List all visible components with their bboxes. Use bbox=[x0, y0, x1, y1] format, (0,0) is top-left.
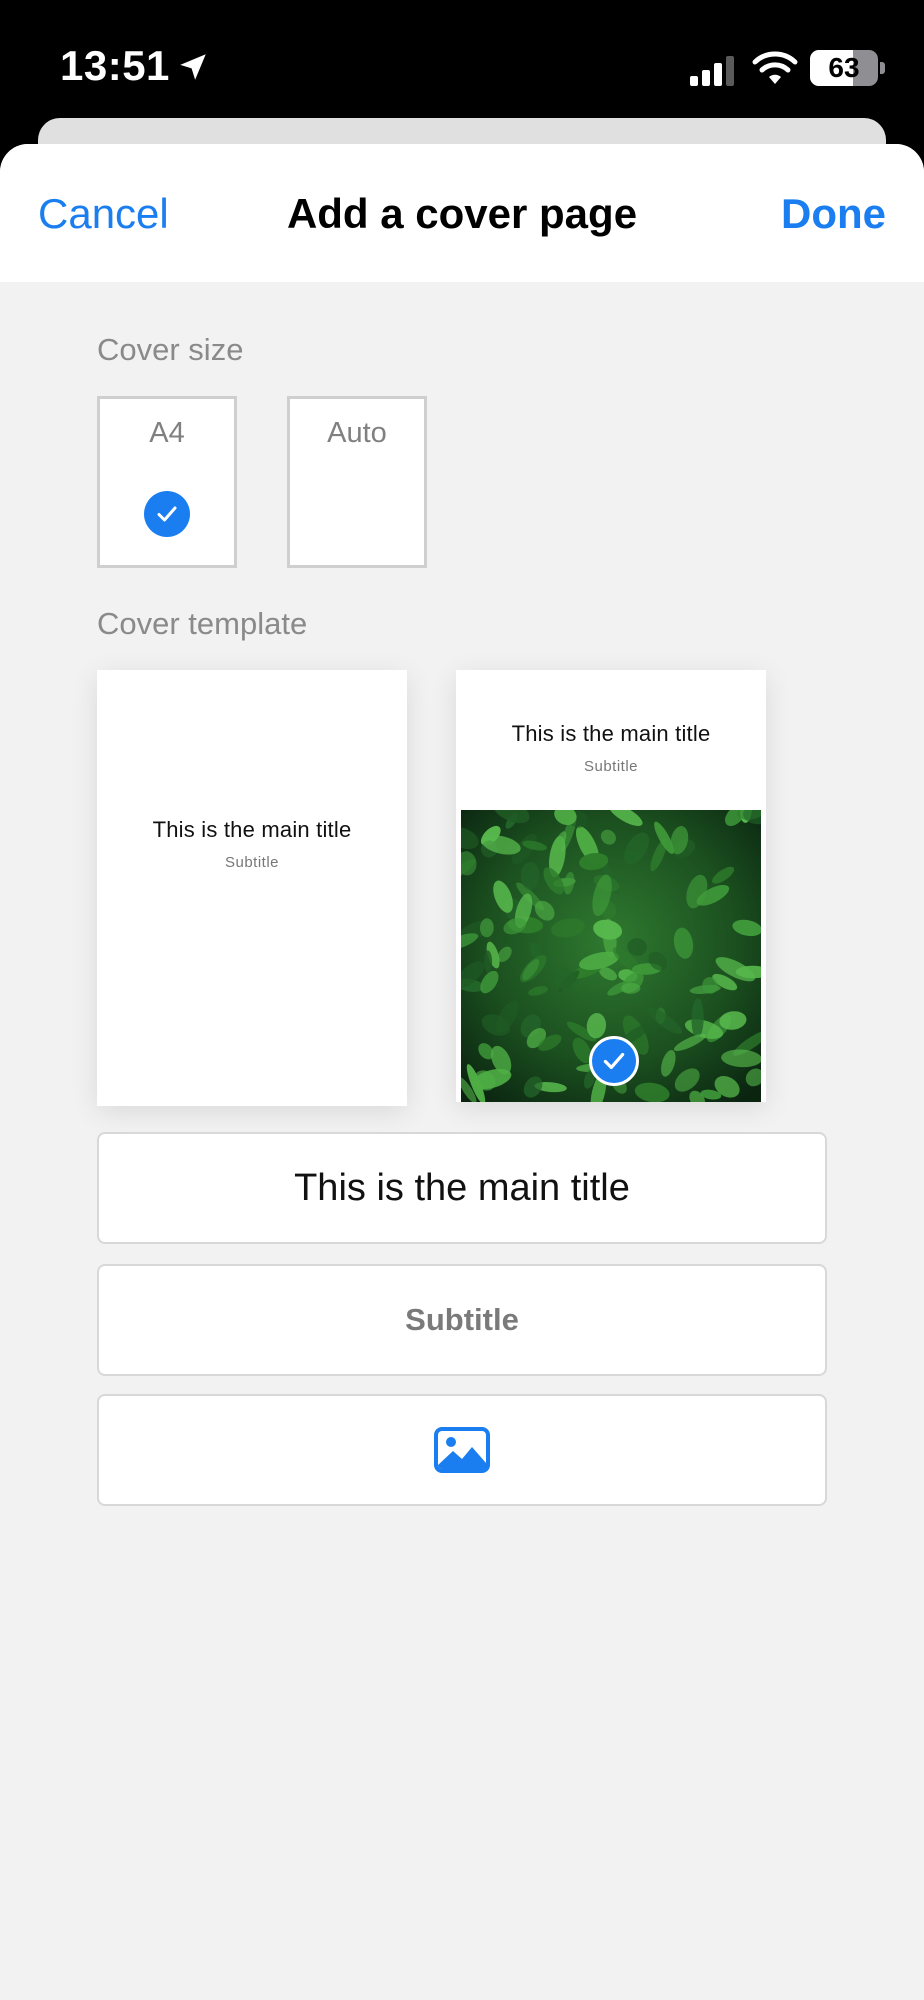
image-icon bbox=[434, 1427, 490, 1473]
status-bar: 13:51 63 bbox=[0, 0, 924, 120]
leaves-photo bbox=[461, 810, 761, 1102]
cellular-signal-icon bbox=[690, 56, 734, 86]
cover-template-label: Cover template bbox=[97, 606, 308, 641]
cover-size-auto-option[interactable]: Auto bbox=[287, 396, 427, 568]
add-image-button[interactable] bbox=[97, 1394, 827, 1506]
done-button[interactable]: Done bbox=[781, 190, 886, 238]
template-subtitle: Subtitle bbox=[224, 854, 280, 871]
template-subtitle: Subtitle bbox=[583, 758, 639, 775]
size-option-label: Auto bbox=[327, 417, 387, 449]
template-text-only[interactable]: This is the main title Subtitle bbox=[97, 670, 407, 1106]
wifi-icon bbox=[752, 51, 798, 84]
main-title-field[interactable]: This is the main title bbox=[97, 1132, 827, 1244]
battery-level: 63 bbox=[828, 52, 860, 83]
cover-size-label: Cover size bbox=[97, 332, 244, 367]
location-arrow-icon bbox=[180, 54, 206, 80]
subtitle-placeholder: Subtitle bbox=[405, 1302, 519, 1337]
checkmark-icon bbox=[603, 1052, 625, 1070]
cover-size-a4-option[interactable]: A4 bbox=[97, 396, 237, 568]
main-title-value: This is the main title bbox=[294, 1166, 630, 1209]
selected-check-icon bbox=[144, 491, 190, 537]
status-time: 13:51 bbox=[60, 42, 170, 89]
navigation-bar: Cancel Add a cover page Done bbox=[0, 144, 924, 282]
selected-check-icon bbox=[589, 1036, 639, 1086]
template-with-image[interactable]: This is the main title Subtitle bbox=[456, 670, 766, 1102]
cover-page-sheet: Cancel Add a cover page Done Cover size … bbox=[0, 144, 924, 2000]
template-main-title: This is the main title bbox=[152, 817, 352, 842]
template-main-title: This is the main title bbox=[511, 721, 711, 746]
battery-icon: 63 bbox=[810, 50, 878, 86]
subtitle-field[interactable]: Subtitle bbox=[97, 1264, 827, 1376]
checkmark-icon bbox=[157, 506, 177, 522]
size-option-label: A4 bbox=[149, 417, 185, 449]
battery-tip bbox=[880, 62, 885, 74]
